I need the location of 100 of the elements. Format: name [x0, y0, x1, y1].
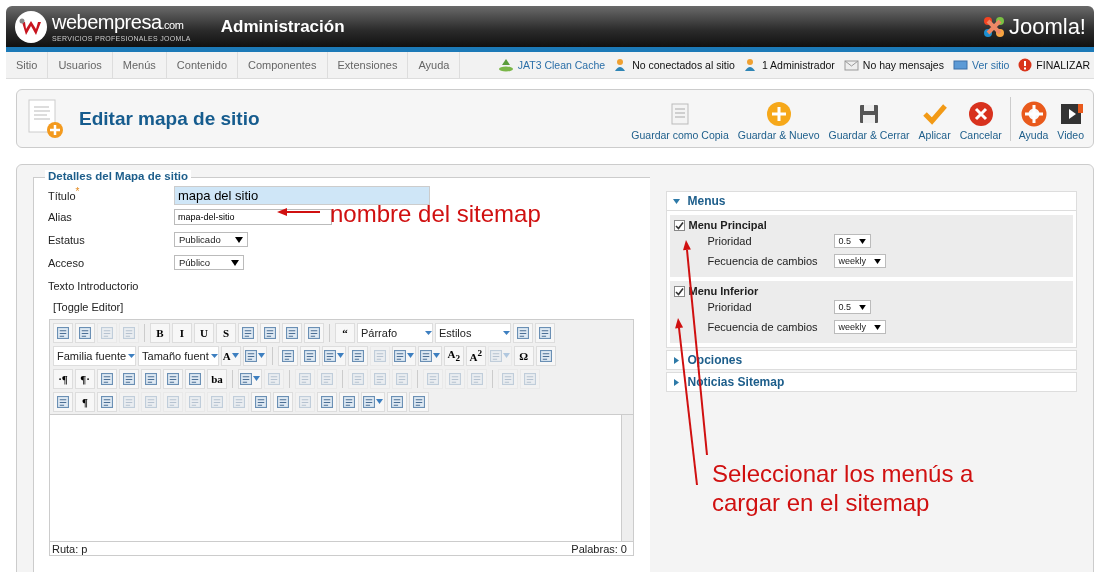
status-link[interactable]: Ver sitio — [971, 59, 1010, 71]
envelope-icon — [843, 59, 859, 71]
annotation-text: Seleccionar los menús a cargar en el sitemap — [712, 459, 975, 517]
document-lines-icon — [277, 395, 289, 408]
plus-icon — [765, 100, 792, 127]
editor-dropdown[interactable]: Párrafo — [357, 322, 433, 343]
toolbar-button[interactable]: Guardar & Cerrar — [825, 100, 913, 141]
document-lines-icon — [57, 326, 69, 339]
editor-tool-button[interactable] — [53, 322, 73, 343]
editor-tool-button[interactable] — [53, 391, 73, 412]
editor-tool-button[interactable] — [361, 391, 385, 412]
editor-tool-button[interactable] — [304, 322, 324, 343]
status-link[interactable]: JAT3 Clean Cache — [517, 59, 606, 71]
editor-tool-button[interactable]: ba — [207, 368, 227, 389]
caret-icon — [257, 353, 265, 358]
menu-item[interactable]: Contenido — [166, 52, 238, 78]
select-field[interactable]: 0.5 — [833, 234, 872, 248]
toolbar-button[interactable]: Cancelar — [956, 100, 1005, 141]
editor-tool-button[interactable] — [282, 322, 302, 343]
select-field[interactable]: Publicado — [174, 232, 248, 247]
editor-tool-button[interactable]: S — [216, 322, 236, 343]
editor-tool-button[interactable] — [238, 368, 262, 389]
caret-icon — [503, 330, 510, 335]
select-field[interactable]: Público — [174, 255, 244, 270]
editor-tool-button[interactable] — [535, 345, 556, 366]
editor-tool-button[interactable] — [417, 345, 442, 366]
editor-tool-button[interactable] — [321, 345, 346, 366]
editor-tool-button[interactable]: A — [220, 345, 241, 366]
editor-tool-button[interactable] — [141, 368, 161, 389]
editor-tool-button[interactable] — [387, 391, 407, 412]
editor-tool-button[interactable] — [251, 391, 271, 412]
editor-tool-button[interactable] — [347, 345, 368, 366]
caret-icon — [376, 399, 383, 404]
editor-tool-button[interactable] — [97, 368, 117, 389]
document-add-icon — [25, 97, 65, 140]
editor-tool-button[interactable]: “ — [335, 322, 355, 343]
menu-item[interactable]: Componentes — [238, 52, 328, 78]
fieldset-legend: Detalles del Mapa de sitio — [45, 170, 191, 182]
toolbar-button[interactable]: Aplicar — [915, 100, 954, 141]
editor-tool-button[interactable] — [513, 322, 533, 343]
select-field[interactable]: weekly — [833, 320, 887, 334]
menu-item[interactable]: Sitio — [6, 52, 49, 78]
editor-dropdown[interactable]: Familia fuente — [53, 345, 137, 366]
field-label: Acceso — [48, 256, 85, 269]
menu-item[interactable]: Usuarios — [48, 52, 113, 78]
document-lines-icon — [502, 372, 514, 385]
editor-dropdown[interactable]: Tamaño fuent — [138, 345, 219, 366]
scrollbar[interactable] — [621, 415, 633, 541]
menu-item[interactable]: Extensiones — [327, 52, 409, 78]
editor-tool-button[interactable]: Ω — [513, 345, 534, 366]
toggle-editor-link[interactable]: [Toggle Editor] — [53, 301, 650, 313]
document-lines-icon — [413, 395, 425, 408]
status-item[interactable]: No hay mensajes — [862, 59, 944, 71]
select-field[interactable]: weekly — [833, 254, 887, 268]
field-label: Fecuencia de cambios — [707, 321, 819, 333]
editor-tool-button[interactable] — [238, 322, 258, 343]
field-label: Fecuencia de cambios — [707, 255, 819, 267]
editor-tool-button[interactable] — [242, 345, 267, 366]
toolbar-button[interactable]: Guardar & Nuevo — [734, 100, 823, 141]
editor-tool-button[interactable] — [339, 391, 359, 412]
editor-tool-button[interactable] — [277, 345, 298, 366]
document-lines-icon — [79, 326, 91, 339]
toolbar-button[interactable]: Ayuda — [1015, 100, 1052, 141]
editor-tool-button[interactable] — [97, 391, 117, 412]
checkbox[interactable] — [673, 285, 685, 297]
text-field[interactable]: mapa-del-sitio — [174, 208, 332, 225]
status-item[interactable]: No conectados al sitio — [632, 59, 735, 71]
text-field[interactable]: mapa del sitio — [174, 186, 430, 205]
editor-tool-button[interactable]: A$_{2}$ — [443, 345, 464, 366]
checkbox[interactable] — [673, 219, 685, 231]
editor-tool-button[interactable]: ¶· — [75, 368, 95, 389]
editor-tool-button[interactable]: A$^{2}$ — [465, 345, 486, 366]
editor-tool-button[interactable] — [75, 322, 95, 343]
editor-dropdown[interactable]: Estilos — [435, 322, 511, 343]
document-lines-icon — [145, 395, 157, 408]
document-lines-icon — [211, 395, 223, 408]
editor-tool-button[interactable] — [119, 368, 139, 389]
document-lines-icon — [299, 395, 311, 408]
menu-item[interactable]: Ayuda — [408, 52, 461, 78]
editor-tool-button[interactable]: U — [194, 322, 214, 343]
editor-tool-button[interactable] — [185, 368, 205, 389]
editor-tool-button[interactable] — [273, 391, 293, 412]
editor-tool-button[interactable] — [391, 345, 416, 366]
editor-tool-button[interactable] — [535, 322, 555, 343]
menu-item[interactable]: Menús — [112, 52, 167, 78]
status-item[interactable]: FINALIZAR — [1036, 59, 1090, 71]
editor-tool-button[interactable] — [163, 368, 183, 389]
select-field[interactable]: 0.5 — [833, 300, 872, 314]
editor-tool-button[interactable] — [317, 391, 337, 412]
field-label: Título — [48, 189, 76, 202]
editor-tool-button[interactable] — [409, 391, 429, 412]
toolbar-button[interactable]: Guardar como Copia — [628, 100, 732, 141]
toolbar-button[interactable]: Video — [1054, 100, 1087, 141]
editor-tool-button[interactable]: ·¶ — [53, 368, 73, 389]
editor-tool-button[interactable] — [260, 322, 280, 343]
status-item[interactable]: 1 Administrador — [761, 59, 835, 71]
editor-tool-button[interactable] — [299, 345, 320, 366]
editor-tool-button[interactable]: B — [150, 322, 170, 343]
editor-tool-button[interactable]: ¶ — [75, 391, 95, 412]
editor-tool-button[interactable]: I — [172, 322, 192, 343]
